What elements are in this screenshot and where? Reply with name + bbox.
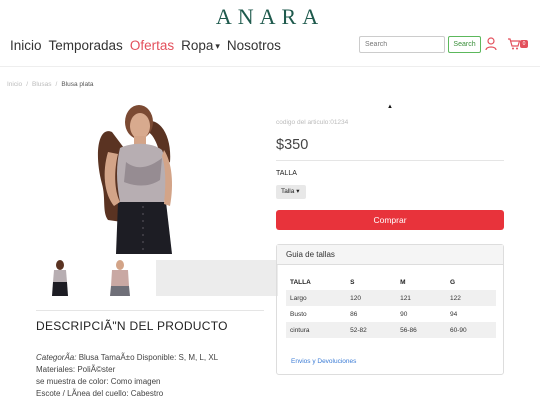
nav-nosotros[interactable]: Nosotros [227,38,281,53]
description-line: se muestra de color: Como imagen [36,377,161,386]
description-body: CategorÃ­a: Blusa TamaÃ±o Disponible: S,… [36,352,218,400]
cursor-icon: ▲ [387,104,393,110]
table-row: cintura 52-82 56-86 60-90 [286,322,496,338]
table-cell: 56-86 [396,322,447,338]
header-divider [0,66,540,67]
nav-temporadas[interactable]: Temporadas [49,38,123,53]
breadcrumb: Inicio / Blusas / Blusa plata [7,81,94,88]
table-header: TALLA [290,278,311,286]
product-photo [36,102,264,254]
size-guide-title: Guia de tallas [277,245,503,265]
nav-ofertas[interactable]: Ofertas [130,38,174,53]
table-cell: 121 [396,290,447,306]
thumbnail-strip [36,260,278,296]
chevron-down-icon: ▾ [296,188,300,195]
thumbnail-placeholder [156,260,278,296]
product-code: codigo del articulo:01234 [276,119,349,126]
cart-icon[interactable] [507,37,521,51]
user-icon[interactable] [485,37,497,51]
breadcrumb-inicio[interactable]: Inicio [7,81,22,88]
thumbnail-1-photo [52,260,68,296]
main-nav: Inicio Temporadas Ofertas Ropa ▾ Nosotros [10,38,281,53]
table-row: Largo 120 121 122 [286,290,496,306]
brand-logo[interactable]: ANARA [0,4,540,30]
size-select-value: Talla [281,188,295,195]
description-divider [36,310,264,311]
breadcrumb-separator: / [55,81,58,88]
size-select[interactable]: Talla ▾ [276,185,306,199]
search-button[interactable]: Search [448,36,481,53]
table-cell: 52-82 [346,322,397,338]
search-input[interactable] [359,36,445,53]
thumbnail-2-photo [110,260,130,296]
description-value: Blusa TamaÃ±o Disponible: S, M, L, XL [76,353,219,362]
chevron-down-icon: ▾ [215,40,220,51]
table-cell: 122 [446,290,496,306]
price-divider [276,160,504,161]
nav-ropa[interactable]: Ropa ▾ [181,38,220,53]
table-header: S [350,278,355,286]
description-key: CategorÃ­a: [36,353,77,362]
breadcrumb-blusas[interactable]: Blusas [32,81,52,88]
breadcrumb-current: Blusa plata [61,81,94,88]
table-cell: 94 [450,310,458,318]
table-cell: 90 [400,310,408,318]
table-cell: cintura [286,322,347,338]
table-header-row: TALLA S M G [286,274,496,290]
cart-count-badge: 0 [520,40,528,48]
size-guide-table: TALLA S M G Largo 120 121 122 Busto 86 9… [286,274,496,338]
description-line: Materiales: PoliÃ©ster [36,365,116,374]
nav-ropa-label: Ropa [181,38,214,53]
size-guide-panel: Guia de tallas TALLA S M G Largo 120 121… [276,244,504,375]
description-line: CategorÃ­a: Blusa TamaÃ±o Disponible: S,… [36,352,218,364]
breadcrumb-separator: / [26,81,28,88]
thumbnail-2[interactable] [96,260,144,296]
product-main-image[interactable] [36,102,264,254]
nav-inicio[interactable]: Inicio [10,38,42,53]
shipping-returns-link[interactable]: Envios y Devoluciones [291,358,356,365]
table-cell: Busto [290,310,307,318]
description-line: Escote / LÃ­nea del cuello: Cabestro [36,389,164,398]
table-cell: 120 [346,290,397,306]
buy-button[interactable]: Comprar [276,210,504,230]
table-row: Busto 86 90 94 [286,306,496,322]
table-cell: Largo [286,290,347,306]
thumbnail-1[interactable] [36,260,84,296]
size-label: TALLA [276,170,297,177]
table-cell: 60-90 [446,322,496,338]
description-title: DESCRIPCIÃ"N DEL PRODUCTO [36,319,228,333]
table-header: G [450,278,456,286]
product-price: $350 [276,137,309,153]
table-cell: 86 [350,310,358,318]
table-header: M [400,278,406,286]
